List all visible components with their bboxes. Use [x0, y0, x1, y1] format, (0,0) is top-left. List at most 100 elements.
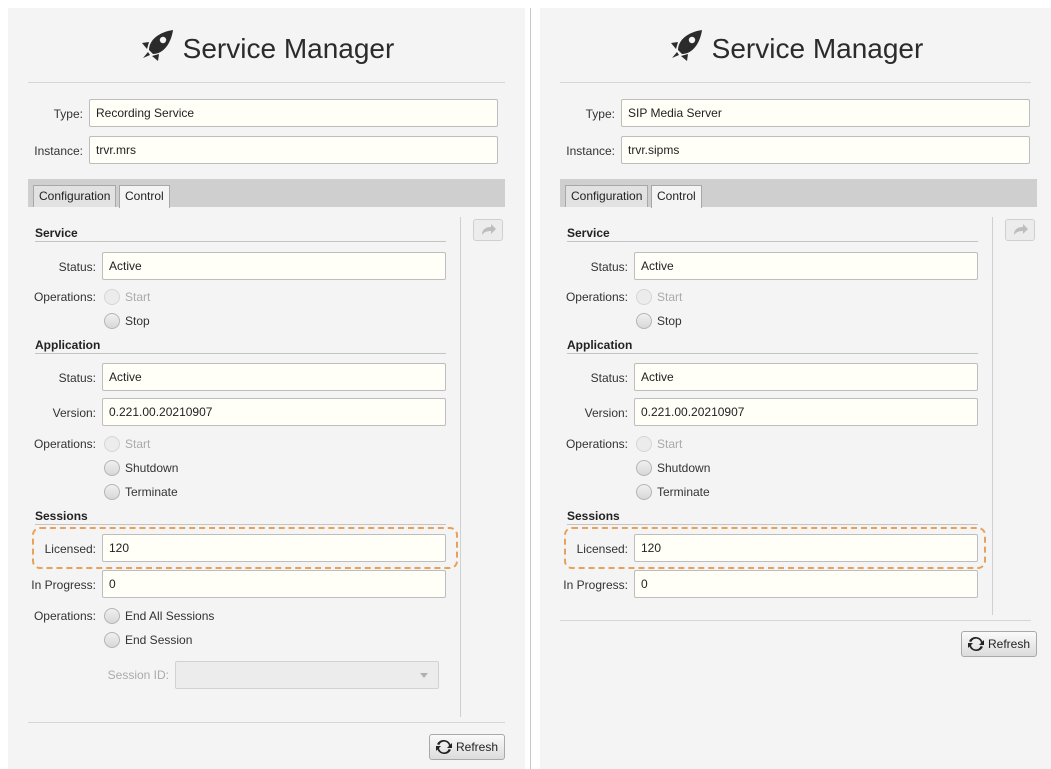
footer-divider [560, 620, 1031, 621]
instance-label: Instance: [566, 144, 615, 158]
service-stop-label: Stop [125, 314, 150, 328]
app-operations-label: Operations: [33, 437, 96, 451]
service-start-radio[interactable] [104, 289, 120, 305]
service-header: Service [35, 226, 78, 240]
tab-control[interactable]: Control [119, 185, 170, 208]
service-status-field[interactable]: Active [102, 252, 446, 280]
refresh-icon [436, 739, 452, 755]
session-id-select[interactable] [175, 661, 439, 689]
app-version-label: Version: [52, 406, 96, 420]
licensed-field[interactable]: 120 [634, 534, 978, 562]
tab-bar: Configuration Control [560, 179, 1037, 208]
refresh-button[interactable]: Refresh [961, 631, 1038, 657]
rocket-icon [670, 30, 702, 61]
refresh-button[interactable]: Refresh [429, 734, 506, 760]
sessions-header-line [567, 524, 978, 525]
app-shutdown-radio[interactable] [636, 460, 652, 476]
panel-divider [530, 8, 531, 769]
type-label: Type: [585, 107, 615, 121]
refresh-label: Refresh [456, 740, 499, 754]
instance-field[interactable]: trvr.mrs [89, 136, 498, 164]
app-start-label: Start [125, 437, 151, 451]
service-stop-label: Stop [657, 314, 682, 328]
app-start-radio[interactable] [636, 436, 652, 452]
refresh-icon [968, 636, 984, 652]
service-header-line [567, 241, 978, 242]
type-field[interactable]: SIP Media Server [621, 99, 1030, 127]
sessions-operations-label: Operations: [33, 609, 96, 623]
title-divider [560, 82, 1031, 83]
sessions-header: Sessions [35, 509, 88, 523]
licensed-field[interactable]: 120 [102, 534, 446, 562]
app-terminate-radio[interactable] [104, 484, 120, 500]
app-operations-label: Operations: [565, 437, 628, 451]
rocket-icon [141, 30, 173, 61]
service-operations-label: Operations: [33, 290, 96, 304]
chevron-down-icon [420, 673, 428, 678]
app-title: Service Manager [8, 28, 525, 65]
in-progress-label: In Progress: [31, 578, 96, 592]
end-all-sessions-radio[interactable] [104, 608, 120, 624]
app-version-label: Version: [584, 406, 628, 420]
instance-label: Instance: [34, 144, 83, 158]
app-version-field[interactable]: 0.221.00.20210907 [634, 398, 978, 426]
type-field[interactable]: Recording Service [89, 99, 498, 127]
service-stop-radio[interactable] [104, 313, 120, 329]
session-id-label: Session ID: [107, 668, 169, 682]
service-operations-label: Operations: [565, 290, 628, 304]
application-header: Application [35, 338, 101, 352]
share-button[interactable] [473, 219, 503, 241]
service-manager-panel-left: Service Manager Type: Recording Service … [8, 8, 525, 769]
app-terminate-label: Terminate [125, 485, 178, 499]
app-start-radio[interactable] [104, 436, 120, 452]
end-session-radio[interactable] [104, 632, 120, 648]
scroll-divider [460, 217, 461, 717]
service-start-radio[interactable] [636, 289, 652, 305]
app-terminate-radio[interactable] [636, 484, 652, 500]
service-manager-panel-right: Service Manager Type: SIP Media Server I… [540, 8, 1051, 769]
service-start-label: Start [657, 290, 683, 304]
app-shutdown-label: Shutdown [125, 461, 179, 475]
service-header-line [35, 241, 446, 242]
tab-configuration[interactable]: Configuration [565, 185, 649, 207]
tab-control[interactable]: Control [651, 185, 702, 208]
service-stop-radio[interactable] [636, 313, 652, 329]
title-divider [28, 82, 505, 83]
app-version-field[interactable]: 0.221.00.20210907 [102, 398, 446, 426]
service-start-label: Start [125, 290, 151, 304]
app-title-text: Service Manager [711, 33, 924, 64]
footer-divider [28, 722, 505, 723]
app-status-label: Status: [590, 371, 628, 385]
app-shutdown-label: Shutdown [657, 461, 711, 475]
application-header-line [35, 353, 446, 354]
in-progress-label: In Progress: [563, 578, 628, 592]
application-header: Application [567, 338, 633, 352]
type-label: Type: [53, 107, 83, 121]
licensed-label: Licensed: [576, 542, 628, 556]
service-status-field[interactable]: Active [634, 252, 978, 280]
end-all-sessions-label: End All Sessions [125, 609, 215, 623]
app-start-label: Start [657, 437, 683, 451]
app-shutdown-radio[interactable] [104, 460, 120, 476]
application-header-line [567, 353, 978, 354]
tab-bar: Configuration Control [28, 179, 505, 208]
end-session-label: End Session [125, 633, 193, 647]
share-arrow-icon [482, 224, 496, 235]
app-status-field[interactable]: Active [102, 363, 446, 391]
in-progress-field[interactable]: 0 [102, 570, 446, 598]
in-progress-field[interactable]: 0 [634, 570, 978, 598]
service-status-label: Status: [590, 260, 628, 274]
sessions-header-line [35, 524, 446, 525]
app-terminate-label: Terminate [657, 485, 710, 499]
app-status-field[interactable]: Active [634, 363, 978, 391]
licensed-label: Licensed: [44, 542, 96, 556]
app-title-text: Service Manager [182, 33, 395, 64]
share-arrow-icon [1014, 224, 1028, 235]
app-status-label: Status: [58, 371, 96, 385]
instance-field[interactable]: trvr.sipms [621, 136, 1030, 164]
app-title: Service Manager [540, 28, 1051, 65]
scroll-divider [992, 217, 993, 615]
sessions-header: Sessions [567, 509, 620, 523]
share-button[interactable] [1005, 219, 1035, 241]
tab-configuration[interactable]: Configuration [33, 185, 117, 207]
